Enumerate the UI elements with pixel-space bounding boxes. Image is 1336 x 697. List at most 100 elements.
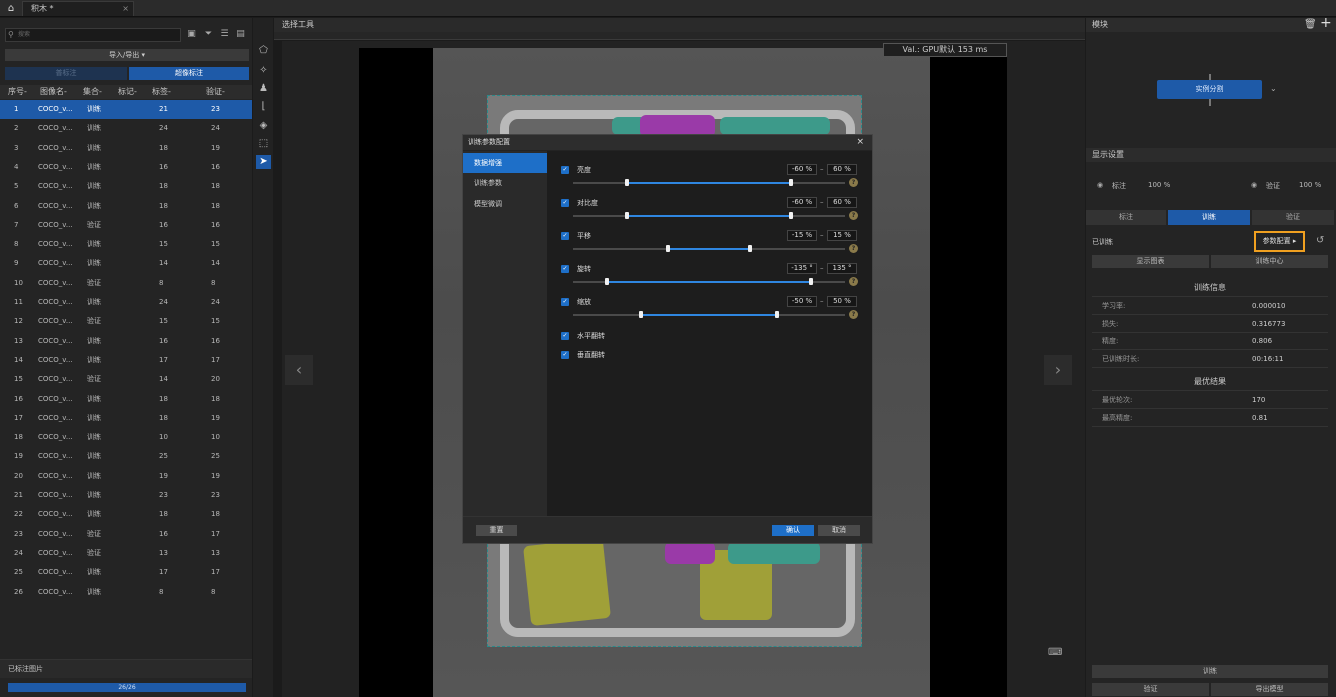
show-chart-button[interactable]: 显示图表	[1092, 255, 1209, 268]
slider-max-handle[interactable]	[788, 179, 793, 186]
table-row[interactable]: 11 COCO_v... 训练 24 24	[0, 293, 252, 312]
import-export-button[interactable]: 导入/导出 ▾	[5, 49, 249, 61]
polygon-tool-icon[interactable]: ⬠	[256, 44, 271, 58]
param-min-input[interactable]: -135 °	[787, 263, 817, 274]
superpixel-label-button[interactable]: 超像标注	[129, 67, 249, 80]
table-row[interactable]: 9 COCO_v... 训练 14 14	[0, 254, 252, 273]
keyboard-icon[interactable]: ⌨	[1048, 647, 1066, 659]
slider-max-handle[interactable]	[775, 311, 779, 318]
param-config-button[interactable]: 参数配置 ▸	[1254, 231, 1305, 252]
table-row[interactable]: 2 COCO_v... 训练 24 24	[0, 119, 252, 138]
param-checkbox[interactable]: ✓	[561, 199, 569, 207]
history-icon[interactable]: ↺	[1316, 235, 1324, 246]
nav-data-augment[interactable]: 数据增强	[463, 153, 547, 173]
table-row[interactable]: 8 COCO_v... 训练 15 15	[0, 235, 252, 254]
param-checkbox[interactable]: ✓	[561, 232, 569, 240]
table-row[interactable]: 10 COCO_v... 验证 8 8	[0, 274, 252, 293]
help-icon[interactable]: ?	[849, 277, 858, 286]
next-image-arrow[interactable]: ›	[1044, 355, 1072, 385]
table-row[interactable]: 24 COCO_v... 验证 13 13	[0, 544, 252, 563]
help-icon[interactable]: ?	[849, 310, 858, 319]
table-row[interactable]: 6 COCO_v... 训练 18 18	[0, 197, 252, 216]
param-max-input[interactable]: 60 %	[827, 164, 857, 175]
col-name[interactable]: 图像名-	[40, 85, 67, 99]
instance-seg-module[interactable]: 实例分割	[1157, 80, 1262, 99]
col-set[interactable]: 集合-	[83, 85, 102, 99]
table-row[interactable]: 26 COCO_v... 训练 8 8	[0, 583, 252, 602]
param-checkbox[interactable]: ✓	[561, 265, 569, 273]
table-row[interactable]: 7 COCO_v... 验证 16 16	[0, 216, 252, 235]
table-row[interactable]: 3 COCO_v... 训练 18 19	[0, 139, 252, 158]
eraser-icon[interactable]: ◈	[256, 119, 271, 133]
col-mark[interactable]: 标记-	[118, 85, 137, 99]
verify-button[interactable]: 验证	[1092, 683, 1209, 696]
table-row[interactable]: 13 COCO_v... 训练 16 16	[0, 332, 252, 351]
table-row[interactable]: 16 COCO_v... 训练 18 18	[0, 390, 252, 409]
prev-image-arrow[interactable]: ‹	[285, 355, 313, 385]
add-icon[interactable]: +	[1320, 16, 1332, 30]
table-row[interactable]: 5 COCO_v... 训练 18 18	[0, 177, 252, 196]
table-row[interactable]: 12 COCO_v... 验证 15 15	[0, 312, 252, 331]
val-opacity[interactable]: 100 %	[1299, 181, 1321, 189]
table-row[interactable]: 19 COCO_v... 训练 25 25	[0, 447, 252, 466]
slider-min-handle[interactable]	[605, 278, 609, 285]
table-row[interactable]: 20 COCO_v... 训练 19 19	[0, 467, 252, 486]
slider-min-handle[interactable]	[625, 179, 630, 186]
help-icon[interactable]: ?	[849, 211, 858, 220]
nav-train-params[interactable]: 训练参数	[463, 173, 547, 193]
chevron-down-icon[interactable]: ⌄	[1270, 84, 1277, 93]
param-min-input[interactable]: -60 %	[787, 197, 817, 208]
train-button[interactable]: 训练	[1092, 665, 1328, 678]
delete-icon[interactable]: 🗑	[1304, 18, 1317, 32]
param-checkbox[interactable]: ✓	[561, 298, 569, 306]
col-label[interactable]: 标签-	[152, 85, 171, 99]
flip-h-checkbox[interactable]: ✓	[561, 332, 569, 340]
export-model-button[interactable]: 导出模型	[1211, 683, 1328, 696]
corner-tool-icon[interactable]: ⌊	[256, 100, 271, 114]
table-row[interactable]: 1 COCO_v... 训练 21 23	[0, 100, 252, 120]
list-icon[interactable]: ☰	[219, 29, 230, 40]
table-row[interactable]: 17 COCO_v... 训练 18 19	[0, 409, 252, 428]
reset-button[interactable]: 重置	[476, 525, 517, 536]
cancel-button[interactable]: 取消	[818, 525, 860, 536]
home-icon[interactable]: ⌂	[4, 2, 18, 15]
slider-max-handle[interactable]	[788, 212, 793, 219]
table-row[interactable]: 18 COCO_v... 训练 10 10	[0, 428, 252, 447]
table-row[interactable]: 4 COCO_v... 训练 16 16	[0, 158, 252, 177]
train-center-button[interactable]: 训练中心	[1211, 255, 1328, 268]
param-max-input[interactable]: 50 %	[827, 296, 857, 307]
flip-v-checkbox[interactable]: ✓	[561, 351, 569, 359]
col-index[interactable]: 序号-	[8, 85, 27, 99]
magic-wand-icon[interactable]: ✧	[256, 64, 271, 78]
close-icon[interactable]: ×	[122, 2, 129, 16]
confirm-button[interactable]: 确认	[772, 525, 814, 536]
table-row[interactable]: 21 COCO_v... 训练 23 23	[0, 486, 252, 505]
close-icon[interactable]: ×	[856, 135, 864, 150]
slider-max-handle[interactable]	[747, 245, 752, 252]
table-row[interactable]: 23 COCO_v... 验证 16 17	[0, 525, 252, 544]
image-view-icon[interactable]: ▣	[186, 29, 197, 40]
tab-label[interactable]: 标注	[1086, 210, 1166, 225]
param-max-input[interactable]: 60 %	[827, 197, 857, 208]
param-min-input[interactable]: -50 %	[787, 296, 817, 307]
param-max-input[interactable]: 15 %	[827, 230, 857, 241]
help-icon[interactable]: ?	[849, 244, 858, 253]
normal-label-button[interactable]: 普标注	[5, 67, 127, 80]
table-row[interactable]: 25 COCO_v... 训练 17 17	[0, 563, 252, 582]
select-tool-icon[interactable]: ➤	[256, 155, 271, 169]
tab-train[interactable]: 训练	[1168, 210, 1250, 225]
table-row[interactable]: 15 COCO_v... 验证 14 20	[0, 370, 252, 389]
slider-min-handle[interactable]	[639, 311, 643, 318]
nav-finetune[interactable]: 模型微调	[463, 194, 547, 214]
rect-select-icon[interactable]: ⬚	[256, 137, 271, 151]
param-min-input[interactable]: -15 %	[787, 230, 817, 241]
label-opacity[interactable]: 100 %	[1148, 181, 1170, 189]
tab-verify[interactable]: 验证	[1252, 210, 1334, 225]
folder-icon[interactable]: ▤	[235, 29, 246, 40]
eye-icon[interactable]: ◉	[1251, 181, 1257, 189]
col-verify[interactable]: 验证-	[206, 85, 225, 99]
stamp-tool-icon[interactable]: ♟	[256, 82, 271, 96]
table-row[interactable]: 14 COCO_v... 训练 17 17	[0, 351, 252, 370]
slider-min-handle[interactable]	[666, 245, 671, 252]
param-checkbox[interactable]: ✓	[561, 166, 569, 174]
